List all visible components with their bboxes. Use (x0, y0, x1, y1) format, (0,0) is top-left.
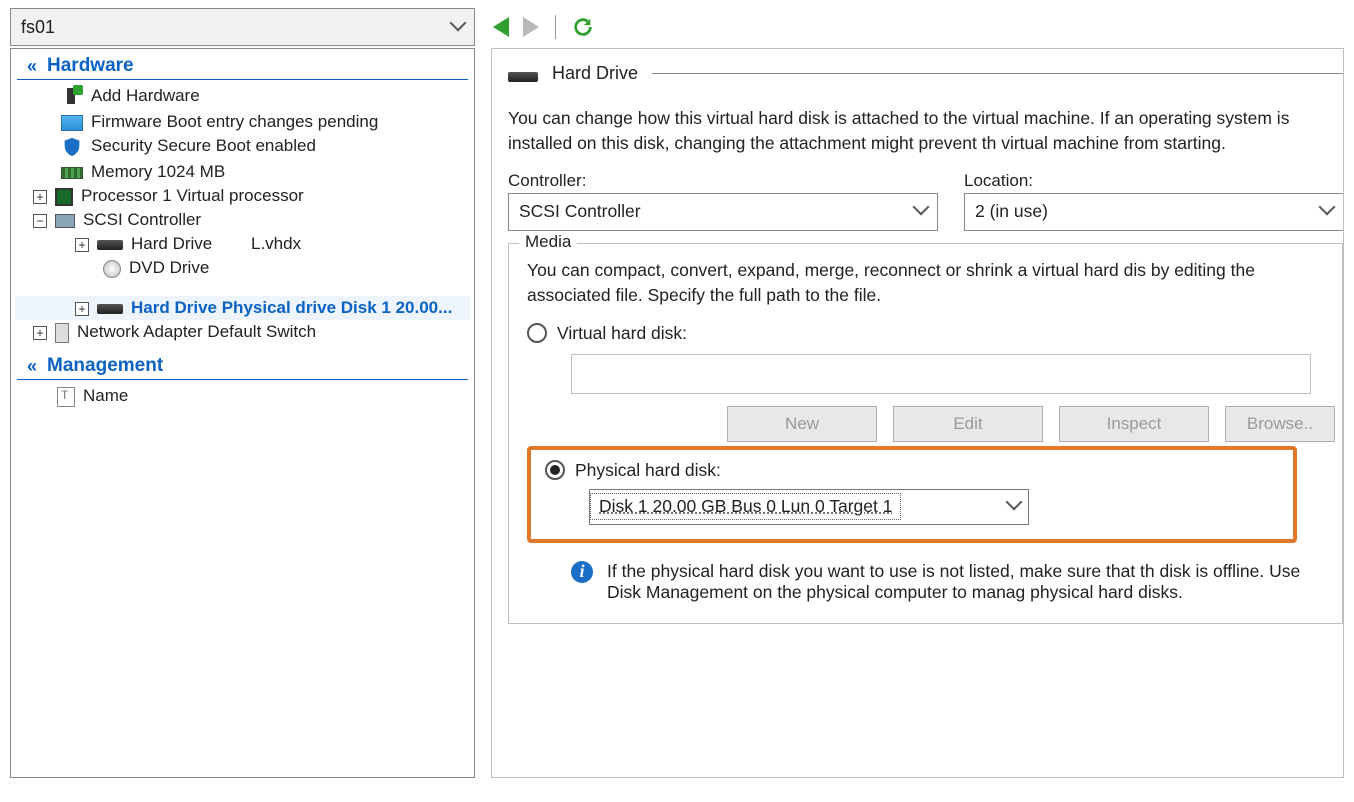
radio-icon (545, 460, 565, 480)
tree-sublabel: 1 Virtual processor (162, 186, 303, 205)
add-hardware-icon (61, 86, 83, 108)
tree-item-hard-drive-2[interactable]: + Hard Drive Physical drive Disk 1 20.00… (15, 296, 470, 320)
tree-label: Hard Drive (131, 234, 212, 253)
section-hardware-header[interactable]: « Hardware (17, 49, 468, 80)
tree-item-add-hardware[interactable]: Add Hardware (15, 84, 470, 110)
panel-title: Hard Drive (552, 63, 638, 84)
vhd-path-input[interactable] (571, 354, 1311, 394)
tree-label: Hard Drive (131, 298, 217, 317)
vm-selector-value: fs01 (21, 17, 55, 38)
tree-sublabel: Secure Boot enabled (157, 136, 316, 155)
tree-label: SCSI Controller (83, 210, 201, 230)
firmware-icon (61, 115, 83, 131)
physical-disk-select[interactable]: Disk 1 20.00 GB Bus 0 Lun 0 Target 1 (589, 489, 1029, 525)
physical-disk-value: Disk 1 20.00 GB Bus 0 Lun 0 Target 1 (590, 493, 901, 520)
collapse-icon: « (27, 356, 37, 377)
expander-icon[interactable]: + (33, 326, 47, 340)
vhd-label: Virtual hard disk: (557, 323, 687, 344)
detail-panel: Hard Drive You can change how this virtu… (491, 48, 1344, 778)
tree-item-firmware[interactable]: Firmware Boot entry changes pending (15, 110, 470, 134)
shield-icon (61, 136, 83, 158)
tree-item-security[interactable]: Security Secure Boot enabled (15, 134, 470, 160)
tree-label: Memory (91, 162, 152, 181)
cpu-icon (55, 188, 73, 206)
nav-forward-button (523, 17, 539, 37)
info-icon: i (571, 561, 593, 583)
new-button: New (727, 406, 877, 442)
tree-label: Processor (81, 186, 158, 205)
expander-icon[interactable]: + (33, 190, 47, 204)
tree-label: Firmware (91, 112, 162, 131)
tree-item-processor[interactable]: + Processor 1 Virtual processor (15, 184, 470, 208)
tree-label: Network Adapter (77, 322, 203, 341)
tree-item-scsi[interactable]: − SCSI Controller (15, 208, 470, 232)
refresh-icon[interactable] (572, 16, 594, 38)
name-icon (57, 387, 75, 407)
nic-icon (55, 323, 69, 343)
hdd-icon (97, 240, 123, 250)
expander-icon[interactable]: − (33, 214, 47, 228)
chevron-down-icon (1008, 496, 1020, 517)
scsi-icon (55, 214, 75, 228)
media-legend: Media (519, 232, 577, 252)
tree-item-dvd-drive[interactable]: DVD Drive (15, 256, 470, 280)
section-management-title: Management (47, 355, 163, 377)
location-select[interactable]: 2 (in use) (964, 193, 1344, 231)
vm-selector[interactable]: fs01 (10, 8, 475, 46)
dvd-icon (103, 260, 121, 278)
tree-item-name[interactable]: Name (11, 384, 474, 409)
toolbar (493, 15, 594, 39)
radio-icon (527, 323, 547, 343)
radio-virtual-hard-disk[interactable]: Virtual hard disk: (527, 323, 1330, 344)
memory-icon (61, 167, 83, 179)
physical-disk-info: If the physical hard disk you want to us… (607, 561, 1330, 603)
hdd-icon (97, 304, 123, 314)
edit-button: Edit (893, 406, 1043, 442)
media-group: Media You can compact, convert, expand, … (508, 243, 1343, 624)
controller-value: SCSI Controller (519, 201, 641, 222)
physical-disk-highlight: Physical hard disk: Disk 1 20.00 GB Bus … (527, 446, 1297, 543)
panel-description: You can change how this virtual hard dis… (508, 106, 1343, 157)
section-management-header[interactable]: « Management (17, 349, 468, 380)
tree-label: Add Hardware (91, 86, 200, 106)
location-value: 2 (in use) (975, 201, 1048, 222)
browse-button: Browse.. (1225, 406, 1335, 442)
tree-label: Security (91, 136, 152, 155)
toolbar-separator (555, 15, 556, 39)
chevron-down-icon (452, 17, 464, 38)
tree-sublabel: Default Switch (207, 322, 316, 341)
expander-icon[interactable]: + (75, 302, 89, 316)
tree-sublabel: Boot entry changes pending (167, 112, 379, 131)
section-hardware-title: Hardware (47, 55, 134, 77)
tree-item-hard-drive-1[interactable]: + Hard Drive L.vhdx (15, 232, 470, 256)
chevron-down-icon (915, 201, 927, 222)
chevron-down-icon (1321, 201, 1333, 222)
expander-icon[interactable]: + (75, 238, 89, 252)
collapse-icon: « (27, 56, 37, 77)
inspect-button: Inspect (1059, 406, 1209, 442)
hdd-icon (508, 72, 538, 82)
controller-label: Controller: (508, 171, 938, 191)
tree-item-network-adapter[interactable]: + Network Adapter Default Switch (15, 320, 470, 345)
nav-back-button[interactable] (493, 17, 509, 37)
controller-select[interactable]: SCSI Controller (508, 193, 938, 231)
location-label: Location: (964, 171, 1344, 191)
tree-label: Name (83, 386, 128, 406)
tree-item-memory[interactable]: Memory 1024 MB (15, 160, 470, 184)
settings-tree: « Hardware Add Hardware Firmware Boot en… (10, 48, 475, 778)
title-rule (652, 73, 1343, 74)
tree-sublabel: L.vhdx (217, 234, 301, 253)
phys-label: Physical hard disk: (575, 460, 721, 481)
radio-physical-hard-disk[interactable]: Physical hard disk: (545, 460, 1279, 481)
tree-sublabel: Physical drive Disk 1 20.00... (222, 298, 453, 317)
tree-sublabel: 1024 MB (157, 162, 225, 181)
tree-label: DVD Drive (129, 258, 209, 278)
media-description: You can compact, convert, expand, merge,… (527, 258, 1330, 309)
